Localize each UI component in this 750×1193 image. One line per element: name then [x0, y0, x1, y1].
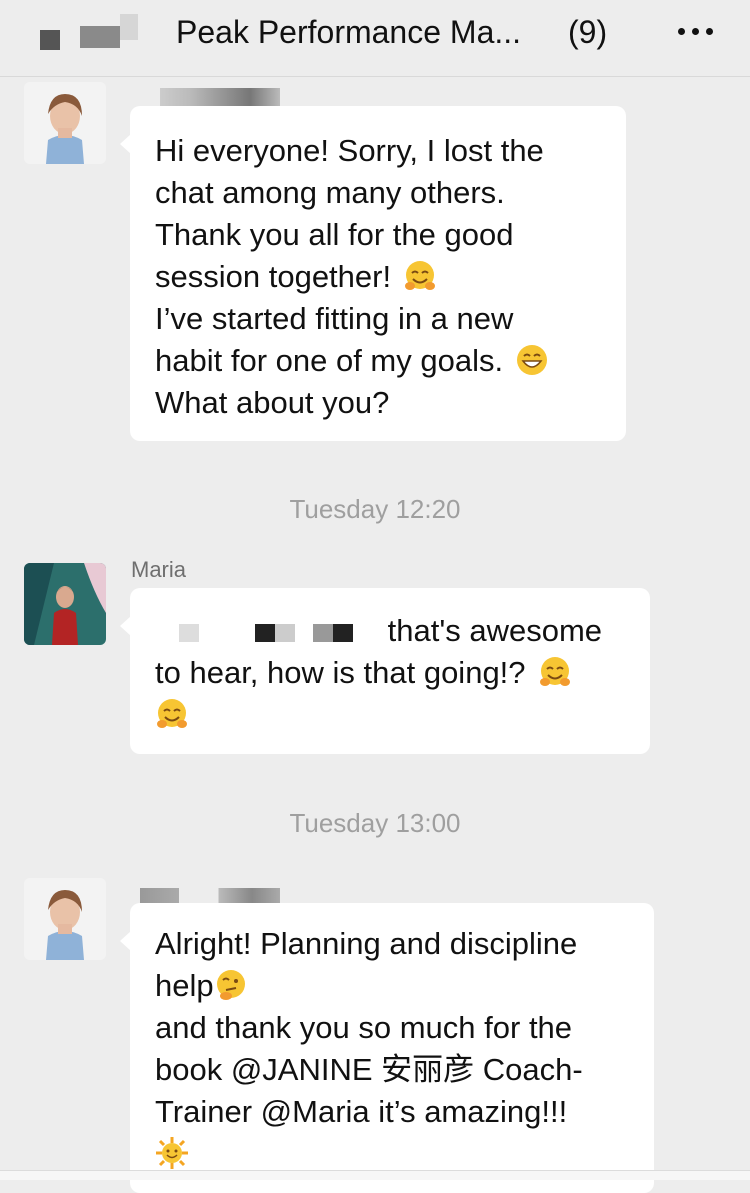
message-line: Trainer @Maria it’s amazing!!!	[155, 1094, 568, 1129]
member-count: (9)	[568, 14, 608, 50]
emoji-line	[155, 694, 626, 736]
message-line-with-emoji: help	[155, 965, 630, 1007]
unread-badge-redacted-2	[120, 14, 138, 40]
sender-name: Maria	[131, 557, 187, 582]
message-text: help	[155, 968, 214, 1003]
message-line: I’ve started fitting in a new	[155, 301, 514, 336]
mention-redacted	[179, 623, 199, 642]
message-text: that's awesome	[387, 613, 603, 648]
avatar-woman-blue-shirt-icon	[24, 82, 106, 164]
message-line: Hi everyone! Sorry, I lost the	[155, 133, 544, 168]
timestamp: Tuesday 12:20	[289, 494, 461, 524]
message-bubble-3[interactable]: Alright! Planning and discipline help an…	[120, 903, 654, 1193]
mention-redacted	[313, 623, 333, 642]
mention-redacted	[255, 623, 275, 642]
message-text: to hear, how is that going!?	[155, 655, 526, 690]
message-line: What about you?	[155, 385, 390, 420]
chat-title: Peak Performance Ma...	[176, 14, 522, 50]
message-line: book @JANINE 安丽彦 Coach-	[155, 1052, 583, 1087]
hugging-face-emoji-icon	[157, 699, 187, 728]
sun-with-face-emoji-icon	[156, 1137, 188, 1169]
sender-name-redacted	[160, 88, 280, 108]
avatar-woman-blue-shirt-icon	[24, 878, 106, 960]
chat-header: Peak Performance Ma... (9)	[0, 0, 750, 77]
back-button-redacted[interactable]	[40, 30, 60, 50]
message-line-with-emoji: habit for one of my goals.	[155, 340, 602, 382]
hugging-face-emoji-icon	[405, 261, 436, 290]
mention-redacted	[275, 623, 295, 642]
message-bubble-2[interactable]: that's awesome to hear, how is that goin…	[120, 588, 650, 754]
avatar-sender-1[interactable]	[24, 82, 106, 164]
message-line-with-emoji: session together!	[155, 256, 602, 298]
message-line-with-emoji: to hear, how is that going!?	[155, 652, 626, 694]
message-line: Alright! Planning and discipline	[155, 926, 578, 961]
avatar-sender-1[interactable]	[24, 878, 106, 960]
thinking-face-emoji-icon	[216, 970, 245, 1000]
message-line: Thank you all for the good	[155, 217, 514, 252]
emoji-line	[155, 1133, 630, 1175]
grinning-face-emoji-icon	[517, 345, 548, 375]
message-bubble-1[interactable]: Hi everyone! Sorry, I lost the chat amon…	[120, 106, 626, 441]
more-options-icon[interactable]	[676, 28, 716, 38]
message-line: and thank you so much for the	[155, 1010, 573, 1045]
avatar-woman-red-top-icon	[24, 563, 106, 645]
unread-badge-redacted	[80, 26, 120, 48]
avatar-maria[interactable]	[24, 563, 106, 645]
mention-redacted	[333, 623, 353, 642]
message-text: session together!	[155, 259, 392, 294]
hugging-face-emoji-icon	[539, 657, 570, 686]
message-line-with-mentions: that's awesome	[155, 610, 626, 652]
message-text: habit for one of my goals.	[155, 343, 504, 378]
timestamp: Tuesday 13:00	[289, 808, 461, 838]
message-line: chat among many others.	[155, 175, 505, 210]
